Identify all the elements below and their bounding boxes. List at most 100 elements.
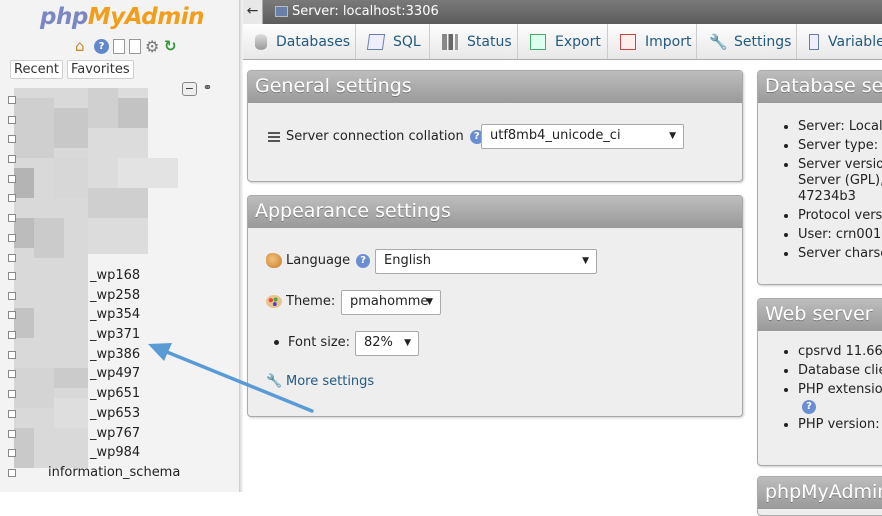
tree-row[interactable]	[8, 248, 238, 268]
tree-row-db[interactable]: _wp651	[8, 384, 238, 404]
help-icon[interactable]: ?	[94, 39, 109, 54]
expand-icon[interactable]	[8, 155, 16, 164]
expand-icon[interactable]	[8, 468, 16, 477]
tree-row-db[interactable]: _wp168	[8, 266, 238, 286]
expand-icon[interactable]	[8, 96, 16, 104]
expand-icon[interactable]	[8, 291, 16, 300]
documentation-icon[interactable]	[113, 39, 125, 54]
server-breadcrumb-bar: ← Server: localhost:3306	[243, 0, 882, 24]
help-icon[interactable]: ?	[802, 400, 816, 414]
tree-row[interactable]	[8, 129, 238, 149]
tree-row-db[interactable]: _wp354	[8, 305, 238, 325]
phpmyadmin-logo[interactable]: phpMyAdmin	[40, 4, 204, 30]
tree-row[interactable]	[8, 110, 238, 130]
database-name[interactable]: _wp651	[90, 384, 140, 404]
database-name[interactable]: _wp386	[90, 345, 140, 365]
more-settings-link[interactable]: 🔧 More settings	[266, 374, 374, 389]
expand-icon[interactable]	[8, 429, 16, 438]
phpmyadmin-panel: phpMyAdmin	[757, 476, 882, 516]
expand-icon[interactable]	[8, 233, 16, 242]
reload-icon[interactable]: ↻	[164, 39, 179, 54]
database-name[interactable]: information_schema	[48, 463, 180, 483]
expand-icon[interactable]	[8, 194, 16, 203]
tab-export[interactable]: Export	[518, 24, 608, 59]
tree-row[interactable]	[8, 90, 238, 110]
appearance-settings-panel: Appearance settings Language ? English ▼ …	[247, 195, 743, 417]
database-name[interactable]: _wp653	[90, 404, 140, 424]
back-arrow-icon[interactable]: ←	[243, 0, 263, 24]
database-name[interactable]: _wp371	[90, 325, 140, 345]
tree-row-db[interactable]: _wp653	[8, 404, 238, 424]
tree-row-db[interactable]: _wp497	[8, 364, 238, 384]
tab-settings[interactable]: 🔧 Settings	[697, 24, 797, 59]
collation-row: Server connection collation ?	[268, 129, 484, 144]
nav-icon-bar: ⌂ ? ⚙ ↻	[75, 39, 179, 55]
expand-icon[interactable]	[8, 311, 16, 320]
nav-resize-handle[interactable]	[240, 0, 243, 492]
recent-button[interactable]: Recent	[10, 60, 63, 79]
tree-row-db[interactable]: _wp258	[8, 286, 238, 306]
fontsize-select[interactable]: 82% ▼	[355, 331, 419, 356]
bullet	[274, 340, 279, 345]
expand-icon[interactable]	[8, 409, 16, 418]
tree-row[interactable]	[8, 208, 238, 228]
tree-row[interactable]	[8, 228, 238, 248]
language-row: Language ?	[266, 253, 371, 268]
info-item-cont: Server (GPL),	[798, 173, 882, 188]
tab-status[interactable]: Status	[430, 24, 518, 59]
tree-row-db[interactable]: _wp767	[8, 424, 238, 444]
database-name[interactable]: _wp497	[90, 364, 140, 384]
expand-icon[interactable]	[8, 174, 16, 183]
database-name[interactable]: _wp258	[90, 286, 140, 306]
expand-icon[interactable]	[8, 115, 16, 124]
language-select[interactable]: English ▼	[375, 249, 597, 274]
expand-icon[interactable]	[8, 449, 16, 458]
database-server-panel: Database se Server: Localh Server type: …	[757, 70, 882, 285]
sql-docs-icon[interactable]	[129, 39, 141, 54]
info-item-cont: ?	[798, 398, 882, 414]
favorites-button[interactable]: Favorites	[66, 60, 134, 79]
database-name[interactable]: _wp984	[90, 443, 140, 463]
expand-icon[interactable]	[8, 135, 16, 144]
tree-row[interactable]	[8, 149, 238, 169]
tab-variables[interactable]: Variables	[797, 24, 882, 59]
panel-title: Web server	[758, 299, 882, 331]
breadcrumb-server[interactable]: Server: localhost:3306	[275, 4, 439, 19]
info-item: Server charset	[798, 246, 882, 262]
main-menu-tabs: Databases SQL Status Export Import 🔧 Set…	[243, 24, 882, 60]
database-name[interactable]: _wp354	[90, 305, 140, 325]
expand-icon[interactable]	[8, 214, 16, 223]
expand-icon[interactable]	[8, 370, 16, 379]
panel-title: Database se	[758, 71, 882, 103]
database-name[interactable]: _wp767	[90, 424, 140, 444]
tab-databases[interactable]: Databases	[243, 24, 356, 59]
tree-row-db[interactable]: _wp386	[8, 345, 238, 365]
info-item: Protocol versio	[798, 208, 882, 224]
theme-select[interactable]: pmahomme ▼	[341, 290, 441, 315]
expand-icon[interactable]	[8, 253, 16, 262]
navigation-panel: phpMyAdmin ⌂ ? ⚙ ↻ Recent Favorites − ⚭	[0, 0, 240, 492]
import-icon	[620, 33, 636, 50]
gear-icon[interactable]: ⚙	[145, 39, 160, 55]
expand-icon[interactable]	[8, 390, 16, 399]
tree-row[interactable]	[8, 169, 238, 189]
tree-row-db[interactable]: information_schema	[8, 463, 238, 483]
collation-select[interactable]: utf8mb4_unicode_ci ▼	[481, 124, 684, 149]
tree-row-db[interactable]: _wp984	[8, 443, 238, 463]
export-icon	[530, 33, 546, 50]
expand-icon[interactable]	[8, 331, 16, 340]
tree-row-db[interactable]: _wp371	[8, 325, 238, 345]
home-icon[interactable]: ⌂	[75, 39, 90, 54]
help-icon[interactable]: ?	[356, 253, 371, 268]
tab-sql[interactable]: SQL	[356, 24, 430, 59]
database-tree: _wp168 _wp258 _wp354 _wp371 _wp386 _wp49…	[8, 90, 238, 483]
database-name[interactable]: _wp168	[90, 266, 140, 286]
expand-icon[interactable]	[8, 350, 16, 359]
expand-icon[interactable]	[8, 272, 16, 280]
panel-title: General settings	[248, 71, 742, 103]
sql-document-icon	[366, 33, 386, 50]
tab-import[interactable]: Import	[608, 24, 697, 59]
chevron-down-icon: ▼	[404, 338, 411, 348]
tree-row[interactable]	[8, 188, 238, 208]
web-server-info: cpsrvd 11.66.0 Database clien PHP extens…	[798, 344, 882, 436]
